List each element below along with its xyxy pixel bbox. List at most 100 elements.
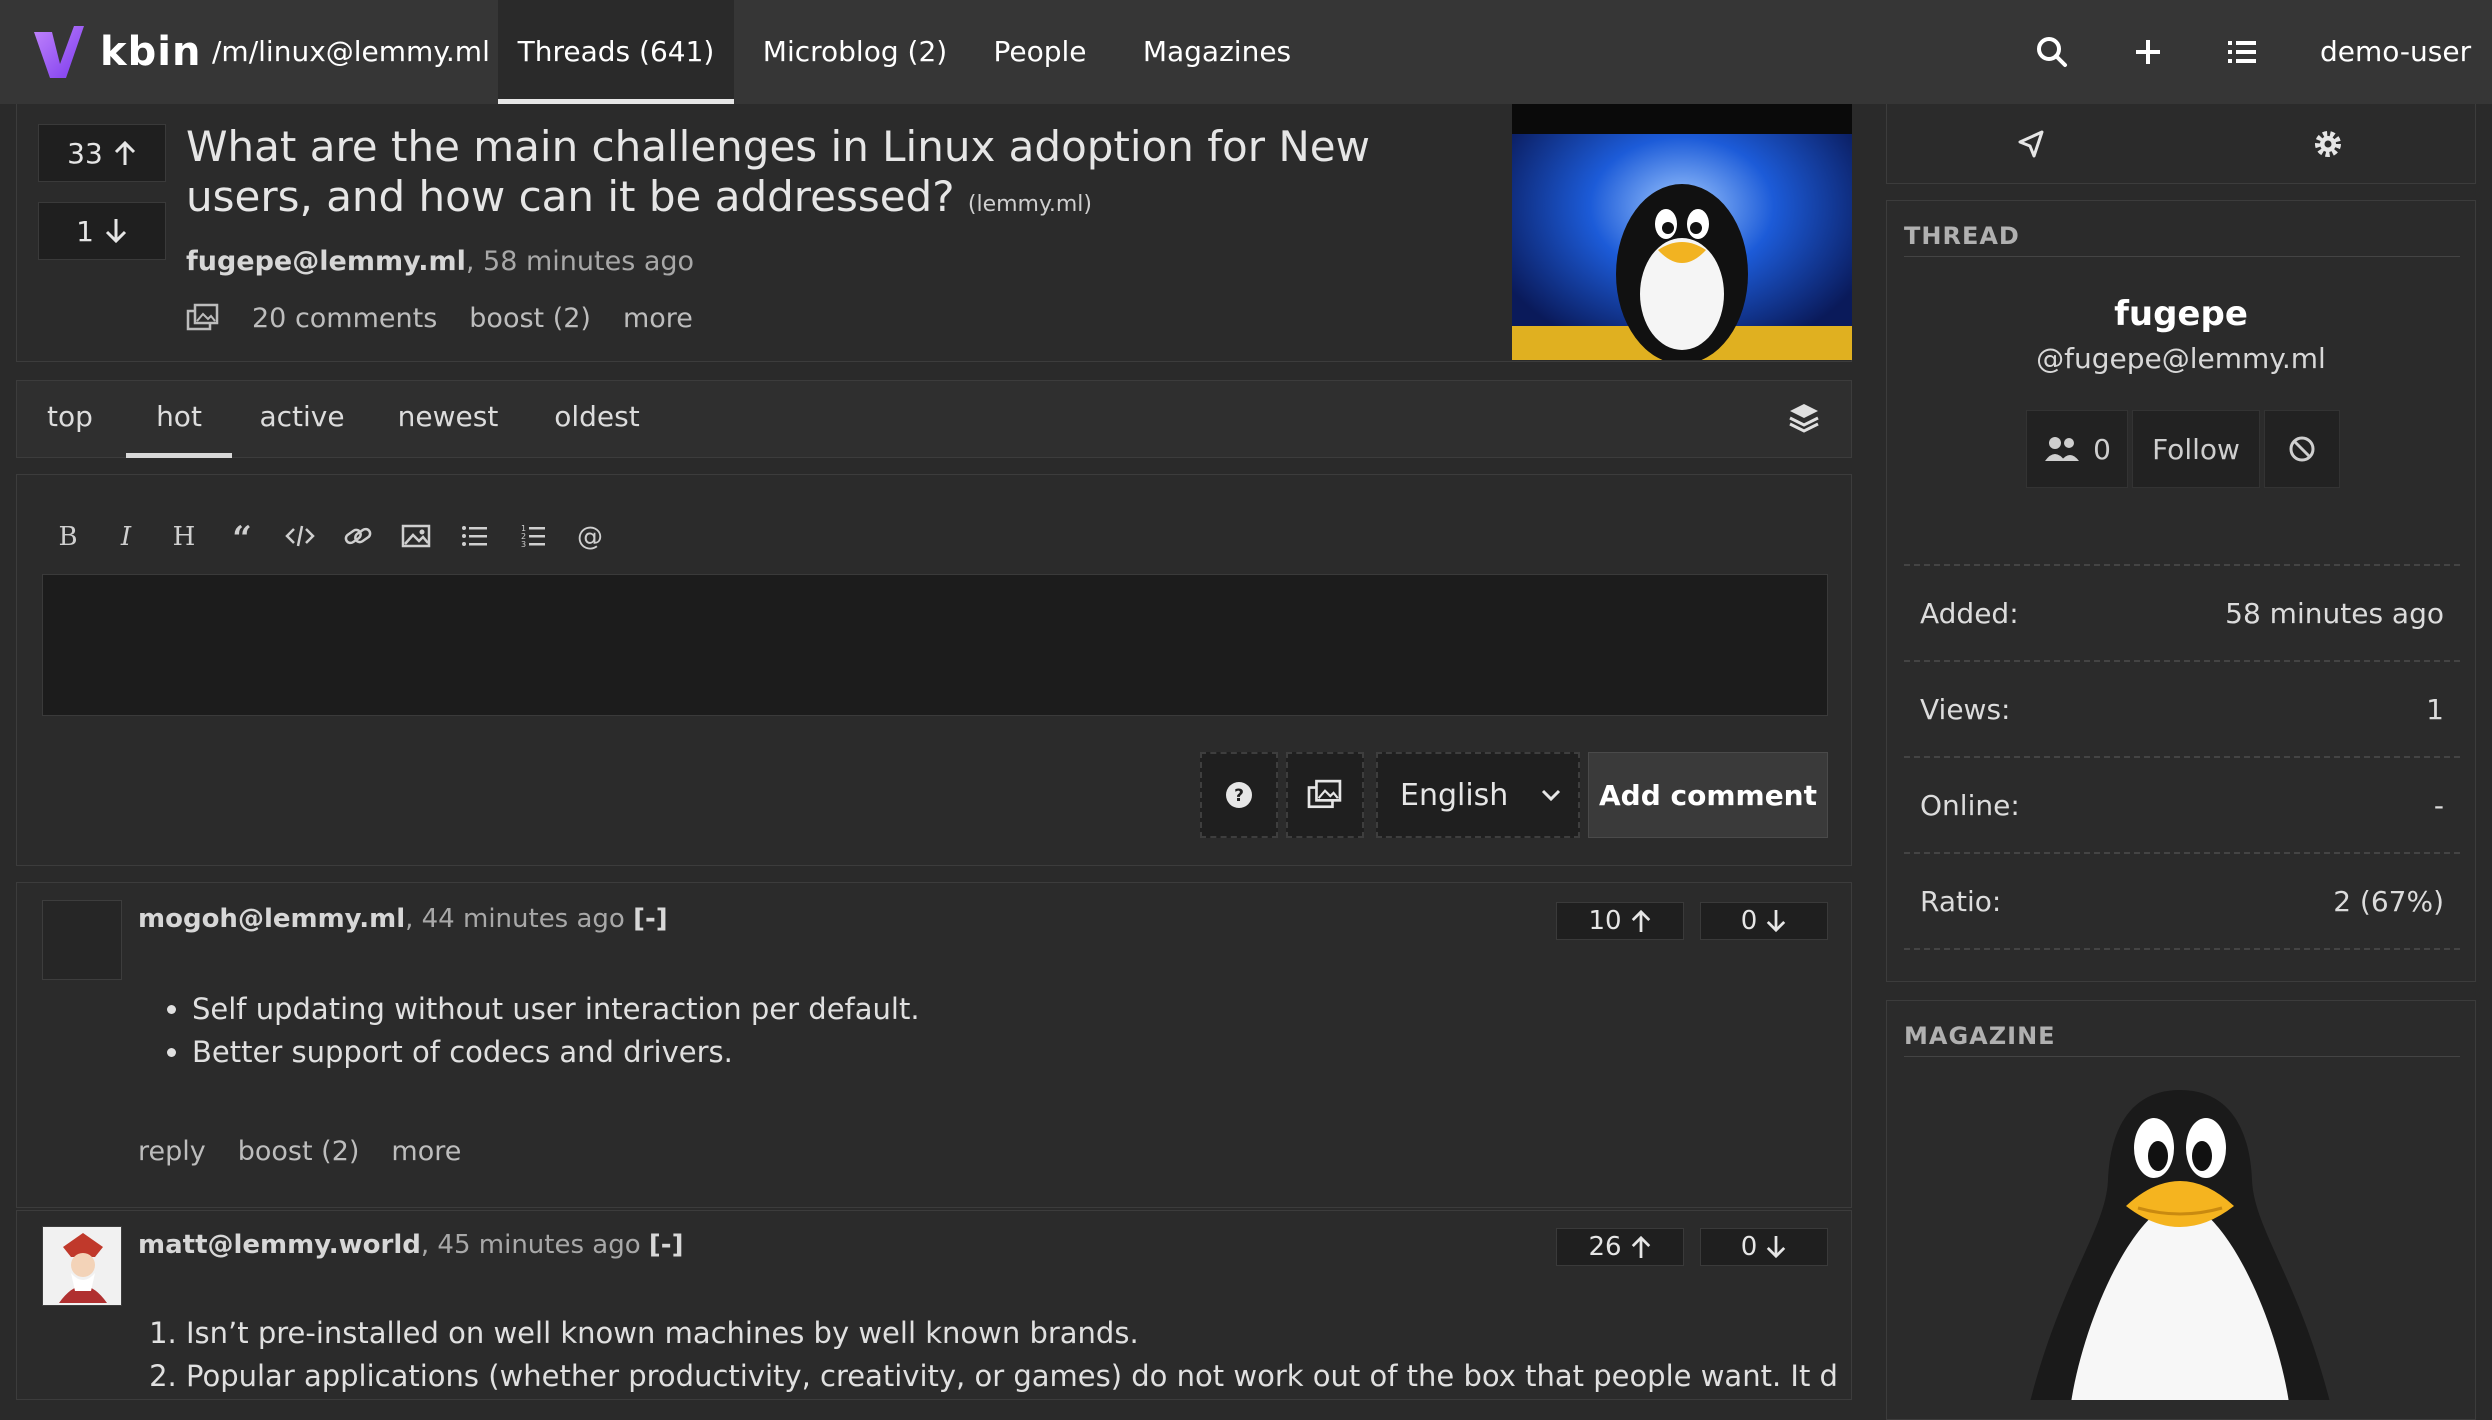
numbered-list-icon[interactable]: 123 (516, 520, 548, 552)
stat-value: 2 (67%) (2333, 884, 2444, 918)
language-value: English (1400, 777, 1509, 813)
attach-image-button[interactable] (1286, 752, 1364, 838)
heading-icon[interactable]: H (168, 520, 200, 552)
magazine-link[interactable]: /m/linux@lemmy.ml (212, 0, 490, 104)
search-icon[interactable] (2030, 30, 2074, 74)
code-icon[interactable] (284, 520, 316, 552)
svg-text:H: H (173, 522, 196, 552)
tab-magazines[interactable]: Magazines (1134, 0, 1300, 104)
comment-downvote-button[interactable]: 0 (1700, 1228, 1828, 1266)
entry-domain[interactable]: (lemmy.ml) (968, 192, 1092, 217)
italic-icon[interactable]: I (110, 520, 142, 552)
sort-hot[interactable]: hot (126, 380, 232, 458)
comment-downvote-button[interactable]: 0 (1700, 902, 1828, 940)
comment-actions: reply boost (2) more (138, 1136, 461, 1167)
kbin-logo-icon (34, 26, 84, 78)
downvote-button[interactable]: 1 (38, 202, 166, 260)
gear-icon[interactable] (2308, 124, 2348, 164)
arrow-down-icon (1767, 910, 1786, 933)
collapse-toggle[interactable]: [-] (633, 904, 668, 934)
more-button[interactable]: more (623, 303, 693, 334)
image-icon[interactable] (400, 520, 432, 552)
quote-icon[interactable]: “ (226, 520, 258, 552)
sort-oldest[interactable]: oldest (544, 380, 650, 458)
language-select[interactable]: English (1376, 752, 1580, 838)
comment-meta: matt@lemmy.world, 45 minutes ago [-] (138, 1230, 683, 1260)
user-menu[interactable]: demo-user (2320, 0, 2471, 104)
comment-author[interactable]: mogoh@lemmy.ml (138, 904, 405, 934)
comment-upvote-count: 10 (1588, 906, 1622, 936)
comment-downvote-count: 0 (1740, 906, 1758, 936)
boost-button[interactable]: boost (2) (469, 303, 591, 334)
sort-active[interactable]: active (252, 380, 352, 458)
comment-body: Self updating without user interaction p… (140, 988, 1820, 1074)
stat-value: 1 (2426, 692, 2444, 726)
tux-penguin-icon (2030, 1090, 2330, 1400)
plus-icon[interactable] (2126, 30, 2170, 74)
comment-time: , 45 minutes ago (420, 1230, 641, 1260)
upvote-button[interactable]: 33 (38, 124, 166, 182)
comment-upvote-button[interactable]: 26 (1556, 1228, 1684, 1266)
sort-top[interactable]: top (34, 380, 106, 458)
comment-time: , 44 minutes ago (405, 904, 625, 934)
stat-value: 58 minutes ago (2225, 596, 2444, 630)
list-item: Self updating without user interaction p… (192, 988, 1820, 1031)
magazine-icon[interactable] (2000, 1090, 2360, 1400)
arrow-up-icon (1631, 1235, 1650, 1258)
stat-added: Added: 58 minutes ago (1904, 566, 2460, 662)
users-icon (2045, 437, 2080, 461)
tab-people[interactable]: People (980, 0, 1100, 104)
entry-thumbnail[interactable] (1512, 104, 1852, 360)
avatar[interactable] (42, 1226, 122, 1306)
send-icon[interactable] (2012, 124, 2052, 164)
arrow-down-icon (1767, 1236, 1786, 1259)
bold-icon[interactable]: B (52, 520, 84, 552)
help-button[interactable]: ? (1200, 752, 1278, 838)
tab-threads[interactable]: Threads (641) (498, 0, 734, 104)
svg-text:“: “ (232, 520, 252, 552)
svg-text:?: ? (1234, 786, 1244, 806)
comment-body: Isn’t pre-installed on well known machin… (138, 1312, 1838, 1400)
entry-time: , 58 minutes ago (465, 246, 695, 277)
entry-title[interactable]: What are the main challenges in Linux ad… (186, 122, 1486, 230)
arrow-up-icon (114, 140, 135, 165)
reply-button[interactable]: reply (138, 1136, 206, 1167)
comment-textarea[interactable] (42, 574, 1828, 716)
bullet-list-icon[interactable] (458, 520, 490, 552)
comments-link[interactable]: 20 comments (252, 303, 437, 334)
list-icon[interactable] (2220, 30, 2264, 74)
add-comment-button[interactable]: Add comment (1588, 752, 1828, 838)
entry-meta: fugepe@lemmy.ml, 58 minutes ago (186, 246, 694, 277)
layers-icon[interactable] (1786, 400, 1822, 436)
tab-microblog[interactable]: Microblog (2) (760, 0, 950, 104)
comment-upvote-count: 26 (1588, 1232, 1622, 1262)
images-icon[interactable] (186, 303, 220, 333)
comment-author[interactable]: matt@lemmy.world (138, 1230, 421, 1260)
boost-button[interactable]: boost (2) (238, 1136, 360, 1167)
comment-downvote-count: 0 (1740, 1232, 1758, 1262)
entry-title-text[interactable]: What are the main challenges in Linux ad… (186, 122, 1370, 221)
arrow-up-icon (1631, 909, 1650, 932)
stat-value: - (2433, 788, 2444, 822)
list-item: Popular applications (whether productivi… (186, 1355, 1838, 1398)
kbin-logo[interactable]: kbin (30, 20, 201, 84)
block-button[interactable] (2264, 410, 2340, 488)
app-name: kbin (100, 29, 202, 75)
author-name[interactable]: fugepe (1886, 294, 2476, 334)
entry-author[interactable]: fugepe@lemmy.ml (186, 246, 466, 277)
collapse-toggle[interactable]: [-] (649, 1230, 684, 1260)
sort-newest[interactable]: newest (388, 380, 508, 458)
avatar[interactable] (42, 900, 122, 980)
follow-button[interactable]: Follow (2132, 410, 2260, 488)
sidebar-actions (1886, 104, 2476, 184)
thread-heading: THREAD (1904, 222, 2460, 257)
more-button[interactable]: more (391, 1136, 461, 1167)
stat-views: Views: 1 (1904, 662, 2460, 758)
link-icon[interactable] (342, 520, 374, 552)
comment-upvote-button[interactable]: 10 (1556, 902, 1684, 940)
magazine-heading: MAGAZINE (1904, 1022, 2460, 1057)
mention-icon[interactable]: @ (574, 520, 606, 552)
svg-text:I: I (120, 522, 132, 552)
tux-thumbnail-image (1512, 104, 1852, 360)
question-icon: ? (1226, 782, 1252, 808)
